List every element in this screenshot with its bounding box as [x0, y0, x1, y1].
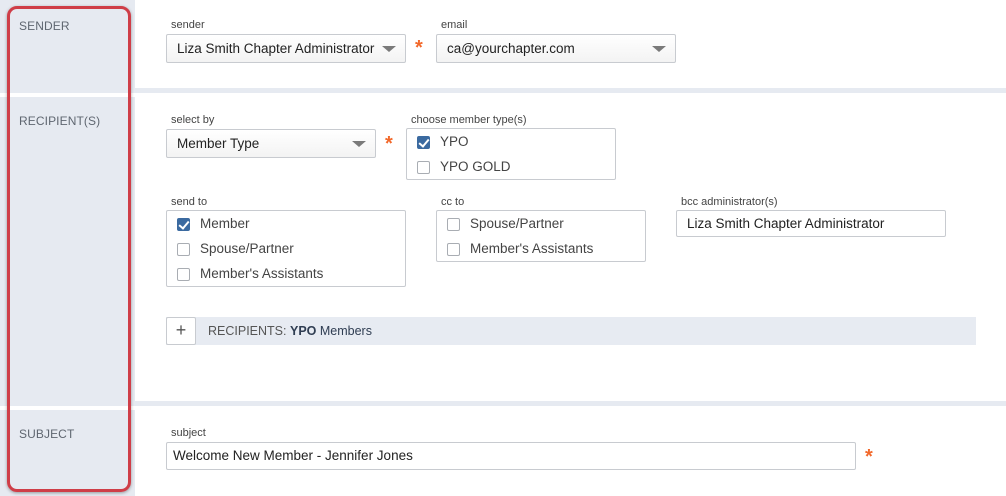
option-label: Spouse/Partner	[200, 241, 294, 256]
option-label: Member's Assistants	[200, 266, 324, 281]
checkbox-checked-icon[interactable]	[417, 136, 430, 149]
option-label: YPO	[440, 134, 469, 149]
send-to-checklist: Member Spouse/Partner Member's Assistant…	[166, 210, 406, 287]
highlight-annotation	[7, 6, 131, 492]
recipients-summary-bar: + RECIPIENTS: YPO Members	[166, 317, 976, 345]
sender-field-label: sender	[171, 19, 205, 31]
cc-to-checklist: Spouse/Partner Member's Assistants	[436, 210, 646, 262]
select-by-label: select by	[171, 114, 215, 126]
email-select-value: ca@yourchapter.com	[447, 41, 575, 56]
subject-field-label: subject	[171, 427, 206, 439]
required-icon: *	[415, 37, 423, 59]
sender-select-value: Liza Smith Chapter Administrator	[177, 41, 375, 56]
bcc-label: bcc administrator(s)	[681, 196, 778, 208]
recipients-summary-suffix: Members	[319, 324, 372, 338]
select-by-value: Member Type	[177, 136, 260, 151]
add-recipients-button[interactable]: +	[166, 317, 196, 345]
sender-select[interactable]: Liza Smith Chapter Administrator	[166, 34, 406, 63]
email-select[interactable]: ca@yourchapter.com	[436, 34, 676, 63]
subject-input[interactable]: Welcome New Member - Jennifer Jones	[166, 442, 856, 470]
checkbox-icon[interactable]	[177, 268, 190, 281]
email-field-label: email	[441, 19, 468, 31]
bcc-input[interactable]: Liza Smith Chapter Administrator	[676, 210, 946, 237]
checkbox-icon[interactable]	[177, 243, 190, 256]
option-label: YPO GOLD	[440, 159, 511, 174]
chevron-down-icon	[352, 141, 366, 147]
checkbox-icon[interactable]	[447, 218, 460, 231]
chevron-down-icon	[652, 46, 666, 52]
required-icon: *	[385, 133, 393, 155]
section-divider	[0, 401, 1006, 406]
required-icon: *	[865, 446, 873, 468]
option-label: Spouse/Partner	[470, 216, 564, 231]
chevron-down-icon	[382, 46, 396, 52]
recipients-summary-type: YPO	[289, 324, 317, 338]
checkbox-checked-icon[interactable]	[177, 218, 190, 231]
recipients-summary: RECIPIENTS: YPO Members	[208, 324, 372, 338]
recipients-summary-prefix: RECIPIENTS:	[208, 324, 287, 338]
cc-to-label: cc to	[441, 196, 465, 208]
option-label: Member's Assistants	[470, 241, 594, 256]
option-label: Member	[200, 216, 250, 231]
send-to-label: send to	[171, 196, 208, 208]
checkbox-icon[interactable]	[447, 243, 460, 256]
member-type-label: choose member type(s)	[411, 114, 527, 126]
member-type-checklist: YPO YPO GOLD	[406, 128, 616, 180]
select-by-dropdown[interactable]: Member Type	[166, 129, 376, 158]
section-divider	[0, 88, 1006, 93]
checkbox-icon[interactable]	[417, 161, 430, 174]
